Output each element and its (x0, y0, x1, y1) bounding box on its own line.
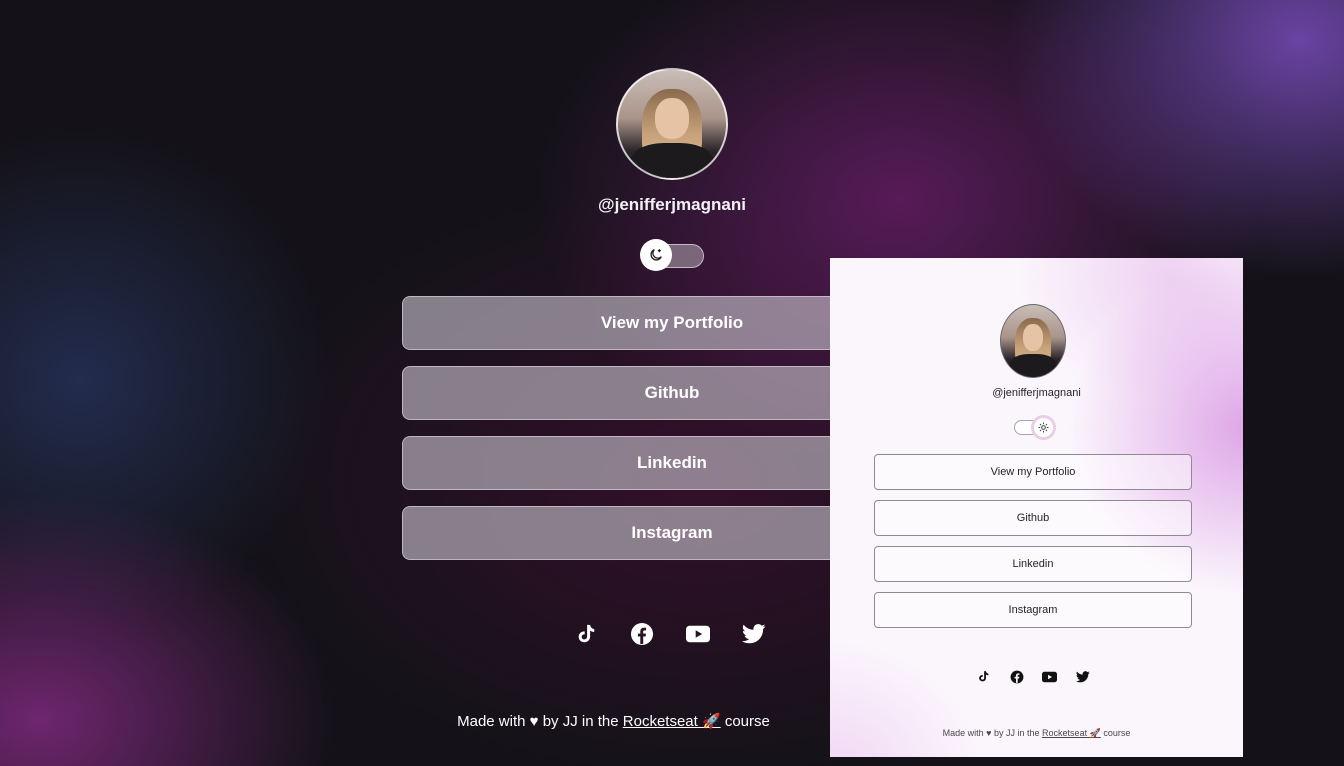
theme-toggle[interactable] (640, 239, 704, 271)
social-links (976, 669, 1090, 684)
linkedin-link-button[interactable]: Linkedin (874, 546, 1192, 582)
sun-icon (1031, 415, 1056, 440)
theme-toggle[interactable] (1014, 415, 1056, 440)
light-theme-preview: @jenifferjmagnani View my Portfolio Gith… (830, 258, 1243, 757)
portfolio-link-button[interactable]: View my Portfolio (874, 454, 1192, 490)
tiktok-icon[interactable] (976, 669, 991, 684)
rocketseat-link[interactable]: Rocketseat 🚀 (1042, 728, 1101, 738)
youtube-icon[interactable] (1042, 669, 1057, 684)
avatar (616, 68, 728, 180)
twitter-icon[interactable] (742, 622, 766, 646)
profile-handle: @jenifferjmagnani (598, 195, 746, 214)
tiktok-icon[interactable] (574, 622, 598, 646)
rocketseat-link[interactable]: Rocketseat 🚀 (623, 713, 721, 730)
link-list: View my Portfolio Github Linkedin Instag… (874, 454, 1192, 638)
twitter-icon[interactable] (1075, 669, 1090, 684)
youtube-icon[interactable] (686, 622, 710, 646)
footer-credit: Made with ♥ by JJ in the Rocketseat 🚀 co… (942, 728, 1131, 738)
social-links (574, 622, 766, 646)
facebook-icon[interactable] (1009, 669, 1024, 684)
facebook-icon[interactable] (630, 622, 654, 646)
profile-handle: @jenifferjmagnani (992, 387, 1081, 399)
avatar (1000, 304, 1066, 378)
instagram-link-button[interactable]: Instagram (874, 592, 1192, 628)
github-link-button[interactable]: Github (874, 500, 1192, 536)
moon-icon (640, 239, 672, 271)
